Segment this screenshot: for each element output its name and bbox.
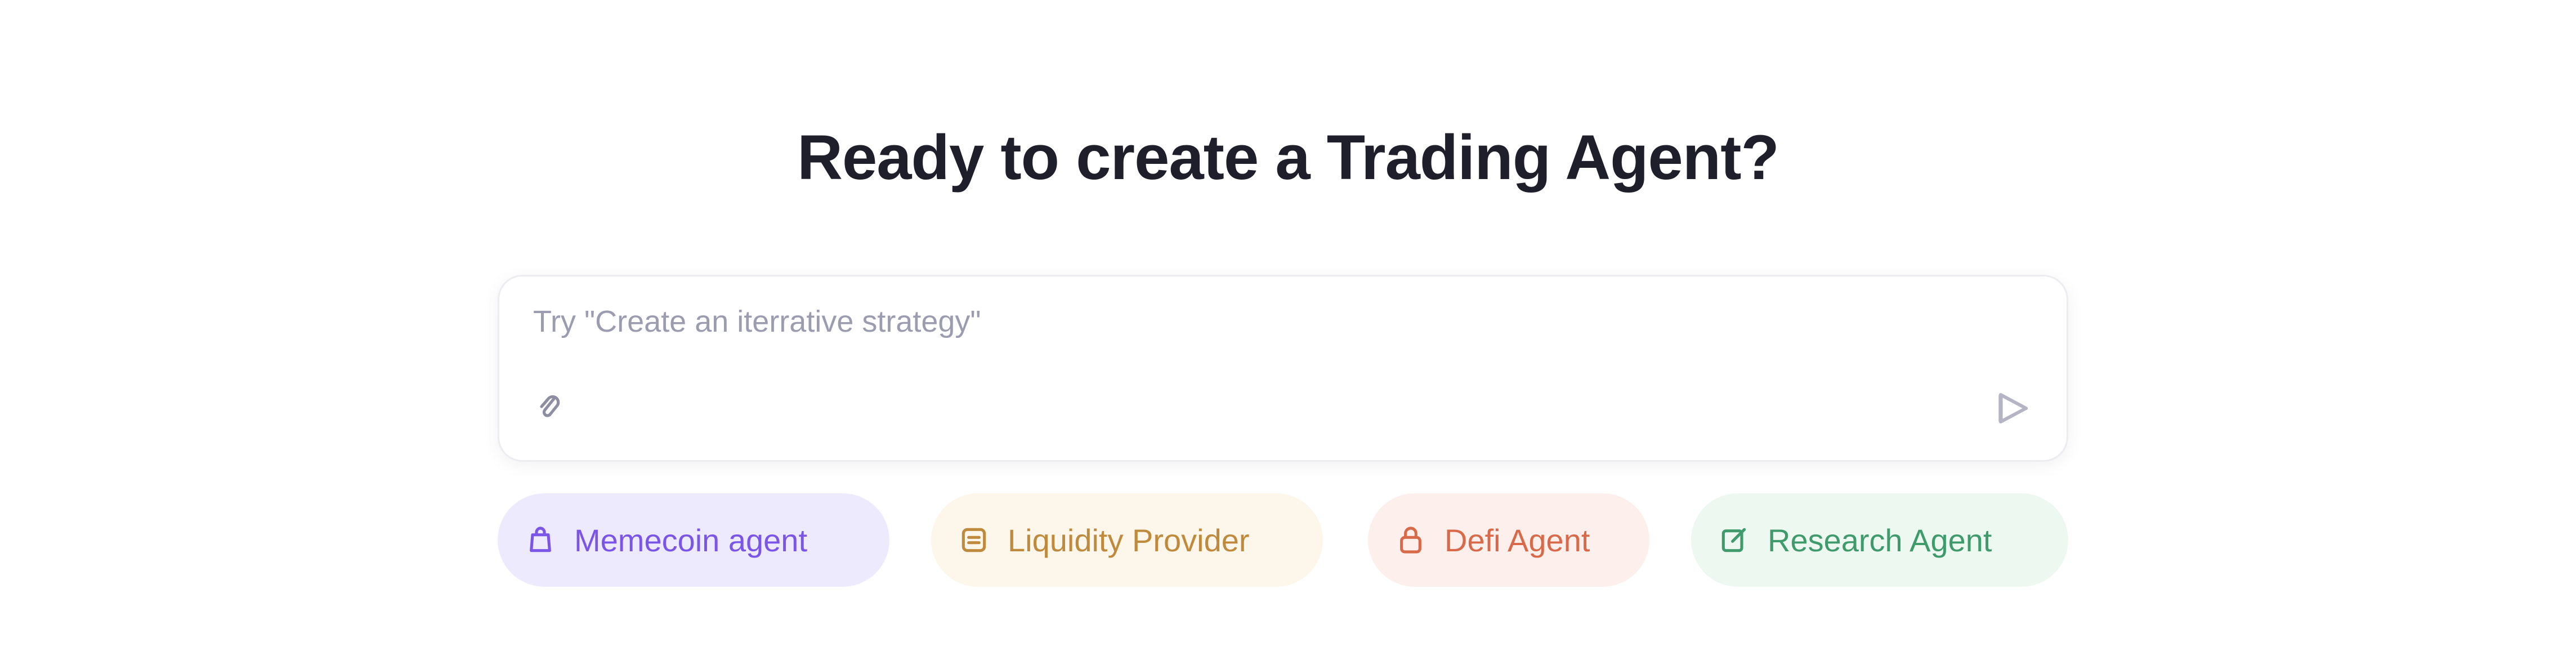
suggestion-chips: Memecoin agent Liquidity Provider Defi A…: [498, 493, 2068, 587]
chip-label: Memecoin agent: [574, 522, 808, 558]
chip-liquidity-provider[interactable]: Liquidity Provider: [931, 493, 1323, 587]
lock-icon: [1394, 523, 1428, 557]
chip-memecoin-agent[interactable]: Memecoin agent: [498, 493, 889, 587]
chip-defi-agent[interactable]: Defi Agent: [1368, 493, 1649, 587]
prompt-composer: [498, 275, 2068, 462]
bag-icon: [524, 523, 557, 557]
chip-research-agent[interactable]: Research Agent: [1691, 493, 2068, 587]
page-title: Ready to create a Trading Agent?: [797, 122, 1779, 193]
note-edit-icon: [1717, 523, 1751, 557]
chip-label: Defi Agent: [1444, 522, 1590, 558]
attach-button[interactable]: [530, 388, 569, 427]
send-icon: [1998, 393, 2028, 423]
page: Ready to create a Trading Agent? Memecoi…: [0, 0, 2576, 669]
chip-label: Liquidity Provider: [1008, 522, 1250, 558]
paperclip-icon: [540, 395, 560, 417]
prompt-input[interactable]: [532, 301, 1998, 342]
send-button[interactable]: [1989, 385, 2036, 432]
chip-label: Research Agent: [1768, 522, 1992, 558]
pool-icon: [957, 523, 991, 557]
